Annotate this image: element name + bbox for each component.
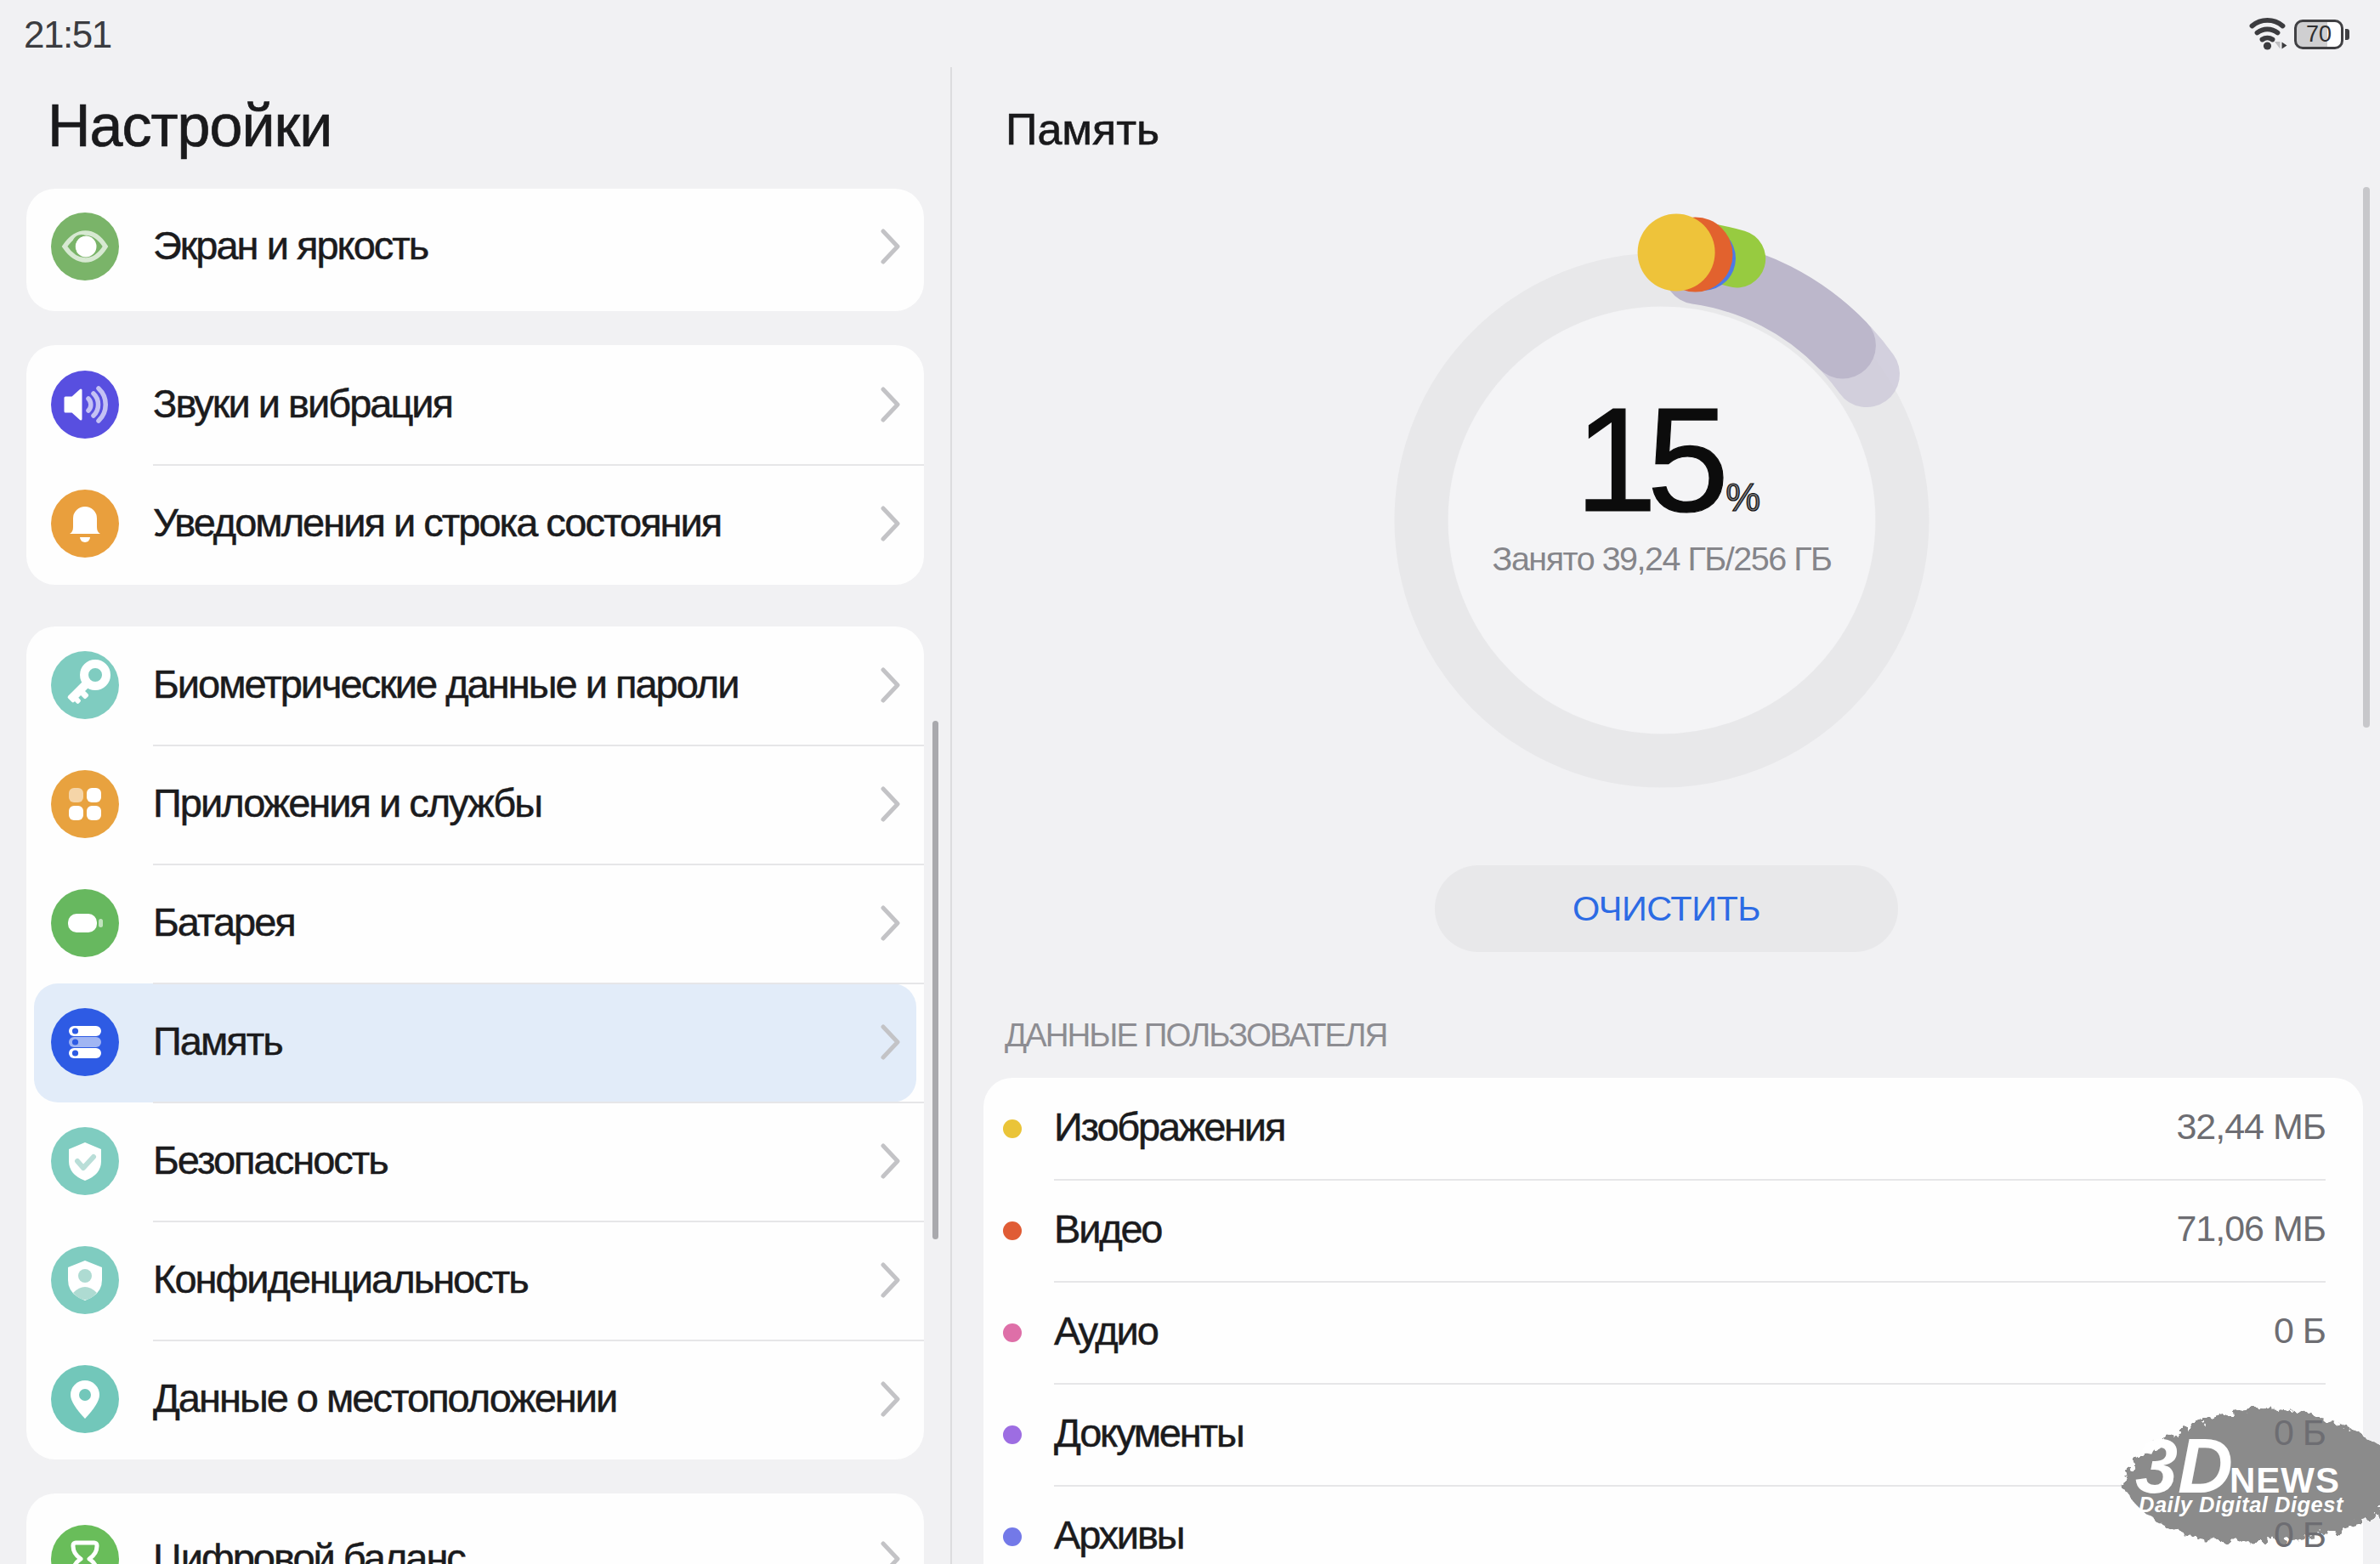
svg-text:Daily Digital Digest: Daily Digital Digest [2139,1493,2344,1516]
